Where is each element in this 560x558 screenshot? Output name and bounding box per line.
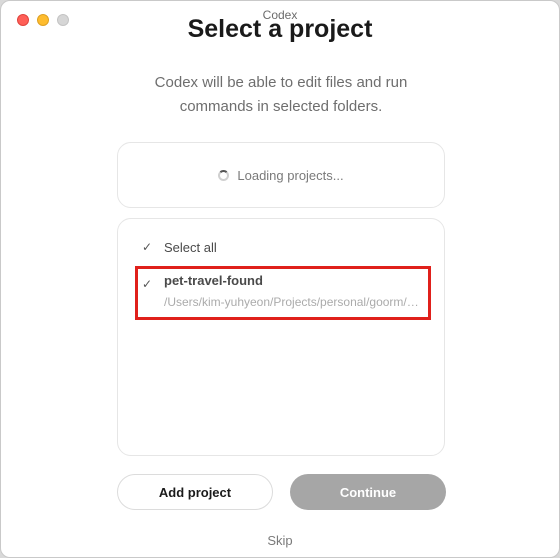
check-icon: ✓	[141, 240, 153, 254]
loading-card: Loading projects...	[117, 142, 445, 208]
check-icon: ✓	[141, 277, 153, 291]
project-item[interactable]: ✓ pet-travel-found /Users/kim-yuhyeon/Pr…	[136, 267, 430, 317]
loading-text: Loading projects...	[237, 167, 344, 183]
page-subtitle: Codex will be able to edit files and run…	[154, 74, 408, 115]
app-window: Codex Select a project Codex will be abl…	[0, 0, 560, 558]
project-list: ✓ Select all ✓ pet-travel-found /Users/k…	[117, 218, 445, 456]
page-title: Select a project	[187, 15, 373, 43]
loading-spinner-icon	[218, 169, 230, 181]
skip-link[interactable]: Skip	[1, 533, 559, 548]
add-project-button[interactable]: Add project	[117, 474, 273, 510]
select-all-checkbox[interactable]: ✓ Select all	[138, 239, 338, 257]
project-path: /Users/kim-yuhyeon/Projects/personal/goo…	[164, 295, 422, 309]
continue-button[interactable]: Continue	[290, 474, 446, 510]
project-name: pet-travel-found	[164, 273, 263, 288]
select-all-label: Select all	[164, 240, 217, 255]
